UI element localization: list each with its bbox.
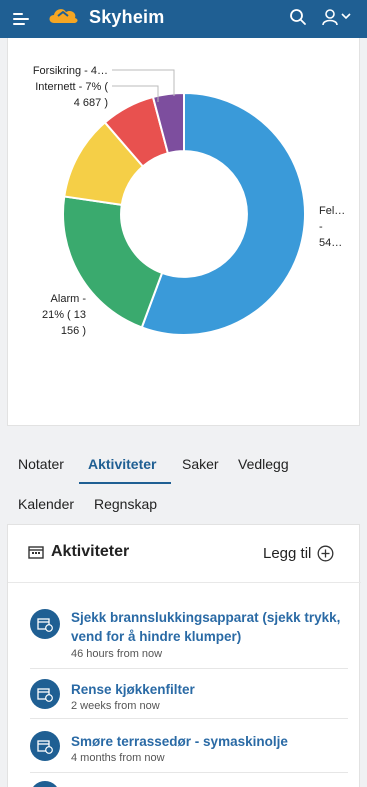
tab-notater[interactable]: Notater bbox=[18, 456, 64, 472]
activity-item[interactable]: Sjekk brannslukkingsapparat (sjekk trykk… bbox=[30, 605, 348, 669]
menu-icon[interactable] bbox=[13, 12, 31, 26]
tab-vedlegg[interactable]: Vedlegg bbox=[238, 456, 289, 472]
top-bar: Skyheim bbox=[0, 0, 367, 38]
tab-kalender[interactable]: Kalender bbox=[18, 496, 74, 512]
expense-chart-card: Fel… - 54… Alarm - 21% ( 13 156 ) Internett - … bbox=[7, 38, 360, 426]
tabs-row-1: Notater Aktiviteter Saker Vedlegg bbox=[0, 448, 367, 484]
label-leader-line bbox=[112, 69, 175, 96]
activity-badge bbox=[30, 731, 60, 761]
search-icon[interactable] bbox=[289, 8, 307, 26]
add-activity-button[interactable]: Legg til bbox=[263, 543, 334, 563]
activities-header: Aktiviteter Legg til bbox=[8, 525, 361, 583]
active-tab-indicator bbox=[79, 482, 171, 484]
activity-title[interactable]: Smøre terrassedør - symaskinolje bbox=[71, 732, 348, 751]
calendar-clock-icon bbox=[37, 618, 53, 632]
user-icon[interactable] bbox=[322, 8, 356, 26]
chevron-down-icon bbox=[341, 13, 351, 20]
brand-name[interactable]: Skyheim bbox=[89, 7, 164, 28]
pie-slice-label: - bbox=[319, 221, 323, 233]
pie-slice-label: Alarm - bbox=[51, 293, 87, 305]
calendar-clock-icon bbox=[37, 688, 53, 702]
tabs-row-2: Kalender Regnskap bbox=[0, 488, 367, 524]
activity-time: 46 hours from now bbox=[71, 648, 163, 660]
cloud-logo[interactable] bbox=[45, 3, 81, 29]
activities-card: Aktiviteter Legg til Sjekk brannslukking… bbox=[7, 524, 361, 787]
pie-slice-label: 54… bbox=[319, 237, 342, 249]
pie-slice-label: Forsikring - 4… bbox=[33, 65, 108, 77]
pie-slice[interactable] bbox=[62, 195, 164, 329]
plus-circle-icon bbox=[317, 545, 334, 561]
calendar-clock-icon bbox=[37, 740, 53, 754]
pie-slice-label: 156 ) bbox=[61, 325, 86, 337]
activity-time: 2 weeks from now bbox=[71, 700, 160, 712]
activity-badge bbox=[30, 679, 60, 709]
donut-chart: Fel… - 54… Alarm - 21% ( 13 156 ) Internett - … bbox=[33, 65, 345, 337]
activity-badge bbox=[30, 609, 60, 639]
activity-title[interactable]: Sjekk brannslukkingsapparat (sjekk trykk… bbox=[71, 608, 348, 646]
tab-aktiviteter[interactable]: Aktiviteter bbox=[88, 456, 156, 472]
pie-slice-label: Internett - 7% ( bbox=[35, 81, 108, 93]
pie-slice-label: 21% ( 13 bbox=[42, 309, 86, 321]
activity-time: 4 months from now bbox=[71, 752, 165, 764]
activities-title: Aktiviteter bbox=[51, 543, 130, 560]
tab-regnskap[interactable]: Regnskap bbox=[94, 496, 157, 512]
activity-item[interactable]: Smøre terrassedør - symaskinolje 4 month… bbox=[30, 727, 348, 773]
activity-item[interactable]: Rense kjøkkenfilter 2 weeks from now bbox=[30, 675, 348, 719]
activity-item-partial[interactable] bbox=[30, 781, 348, 787]
pie-slice-label: Fel… bbox=[319, 205, 345, 217]
pie-slice-label: 4 687 ) bbox=[74, 97, 108, 109]
activity-badge bbox=[30, 781, 60, 787]
add-label: Legg til bbox=[263, 544, 312, 562]
activity-title[interactable]: Rense kjøkkenfilter bbox=[71, 680, 348, 699]
calendar-icon bbox=[28, 546, 44, 559]
tab-saker[interactable]: Saker bbox=[182, 456, 219, 472]
